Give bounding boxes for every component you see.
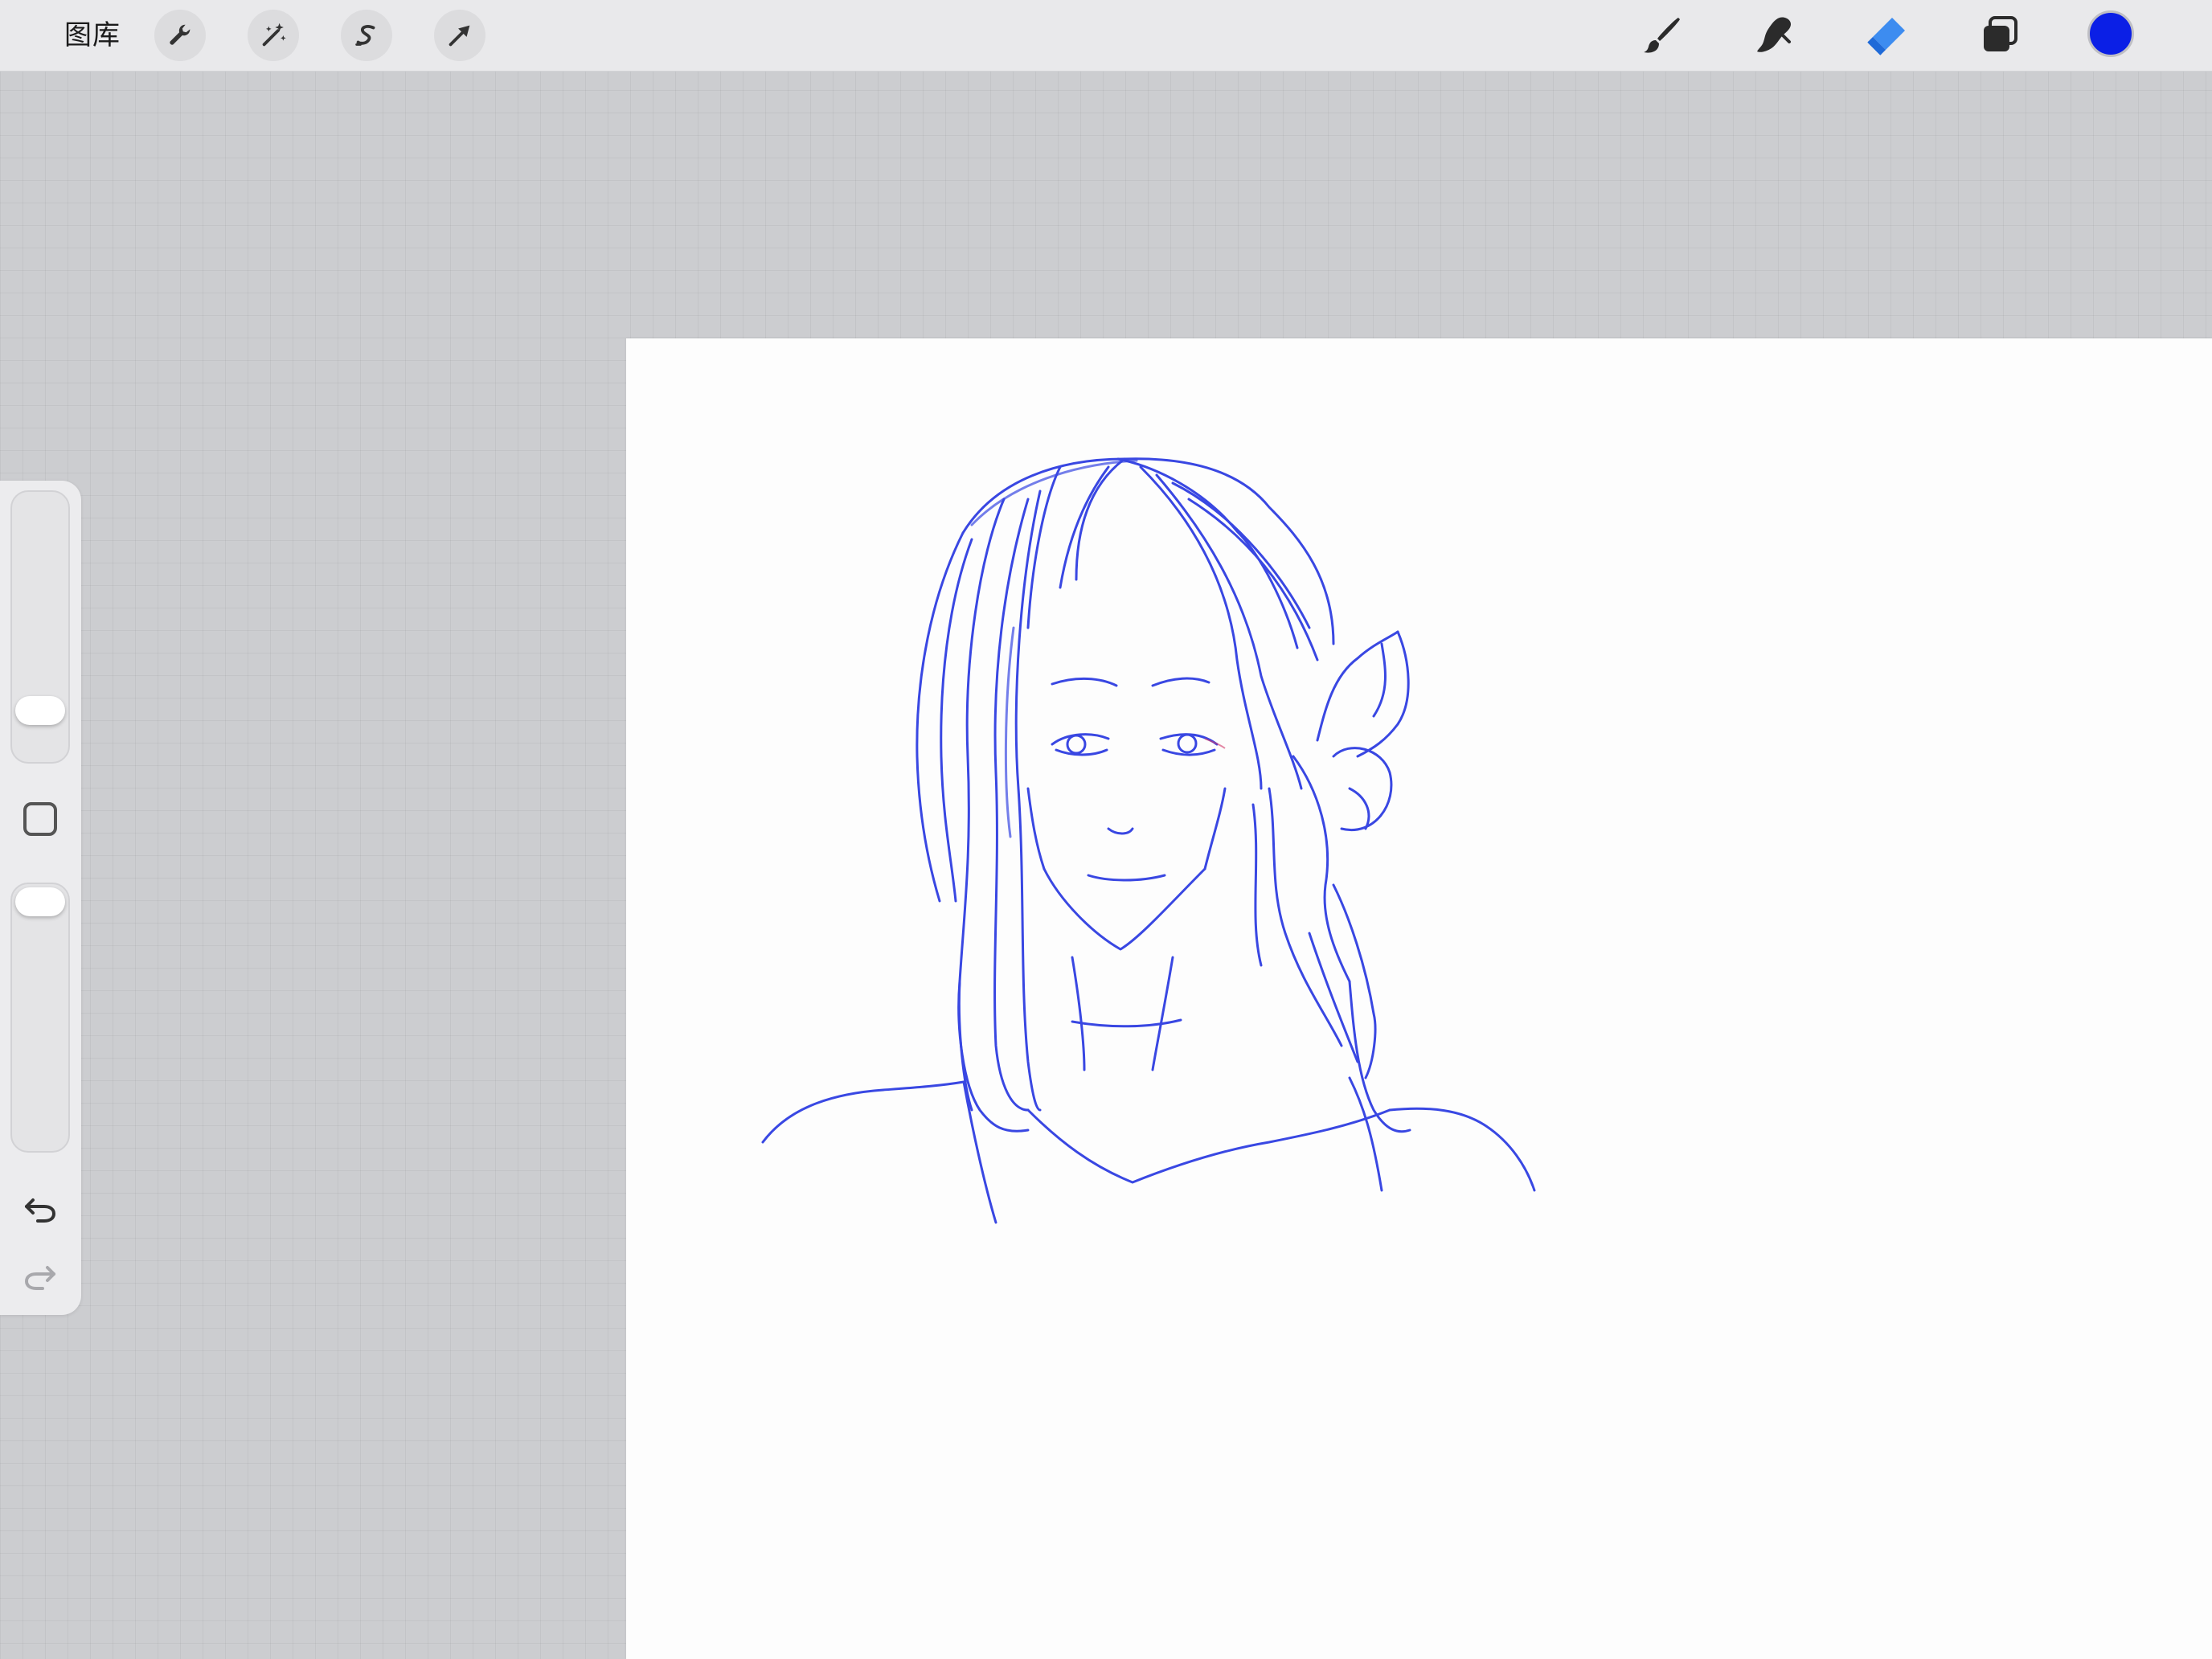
wrench-icon [170, 24, 190, 45]
selection-button[interactable] [341, 10, 392, 61]
undo-icon [25, 1198, 56, 1223]
transform-button[interactable] [434, 10, 485, 61]
opacity-slider[interactable] [10, 883, 70, 1153]
undo-button[interactable] [19, 1186, 61, 1228]
gallery-button[interactable]: 图库 [64, 16, 121, 55]
drawing-canvas[interactable] [626, 338, 2212, 1659]
eraser-tool-button[interactable] [1863, 11, 1911, 59]
eraser-icon [1867, 18, 1905, 55]
layers-icon [1984, 16, 2017, 51]
smudge-tool-button[interactable] [1751, 11, 1799, 59]
adjustments-button[interactable] [248, 10, 299, 61]
modifier-button[interactable] [23, 802, 57, 836]
brush-tool-button[interactable] [1638, 11, 1686, 59]
left-sidebar [0, 481, 81, 1315]
redo-button[interactable] [19, 1254, 61, 1296]
magic-wand-icon [262, 23, 286, 47]
sketch-artwork [761, 457, 1536, 1224]
selection-s-icon [355, 25, 375, 46]
transform-arrow-icon [449, 25, 470, 47]
smudge-icon [1757, 17, 1791, 52]
brush-size-slider[interactable] [10, 490, 70, 764]
color-picker-button[interactable] [2087, 10, 2134, 57]
brush-size-thumb[interactable] [15, 696, 65, 725]
actions-button[interactable] [154, 10, 206, 61]
brush-icon [1644, 18, 1680, 53]
layers-button[interactable] [1976, 11, 2024, 59]
redo-icon [24, 1266, 55, 1290]
top-toolbar: 图库 [0, 0, 2212, 72]
opacity-thumb[interactable] [15, 887, 65, 916]
